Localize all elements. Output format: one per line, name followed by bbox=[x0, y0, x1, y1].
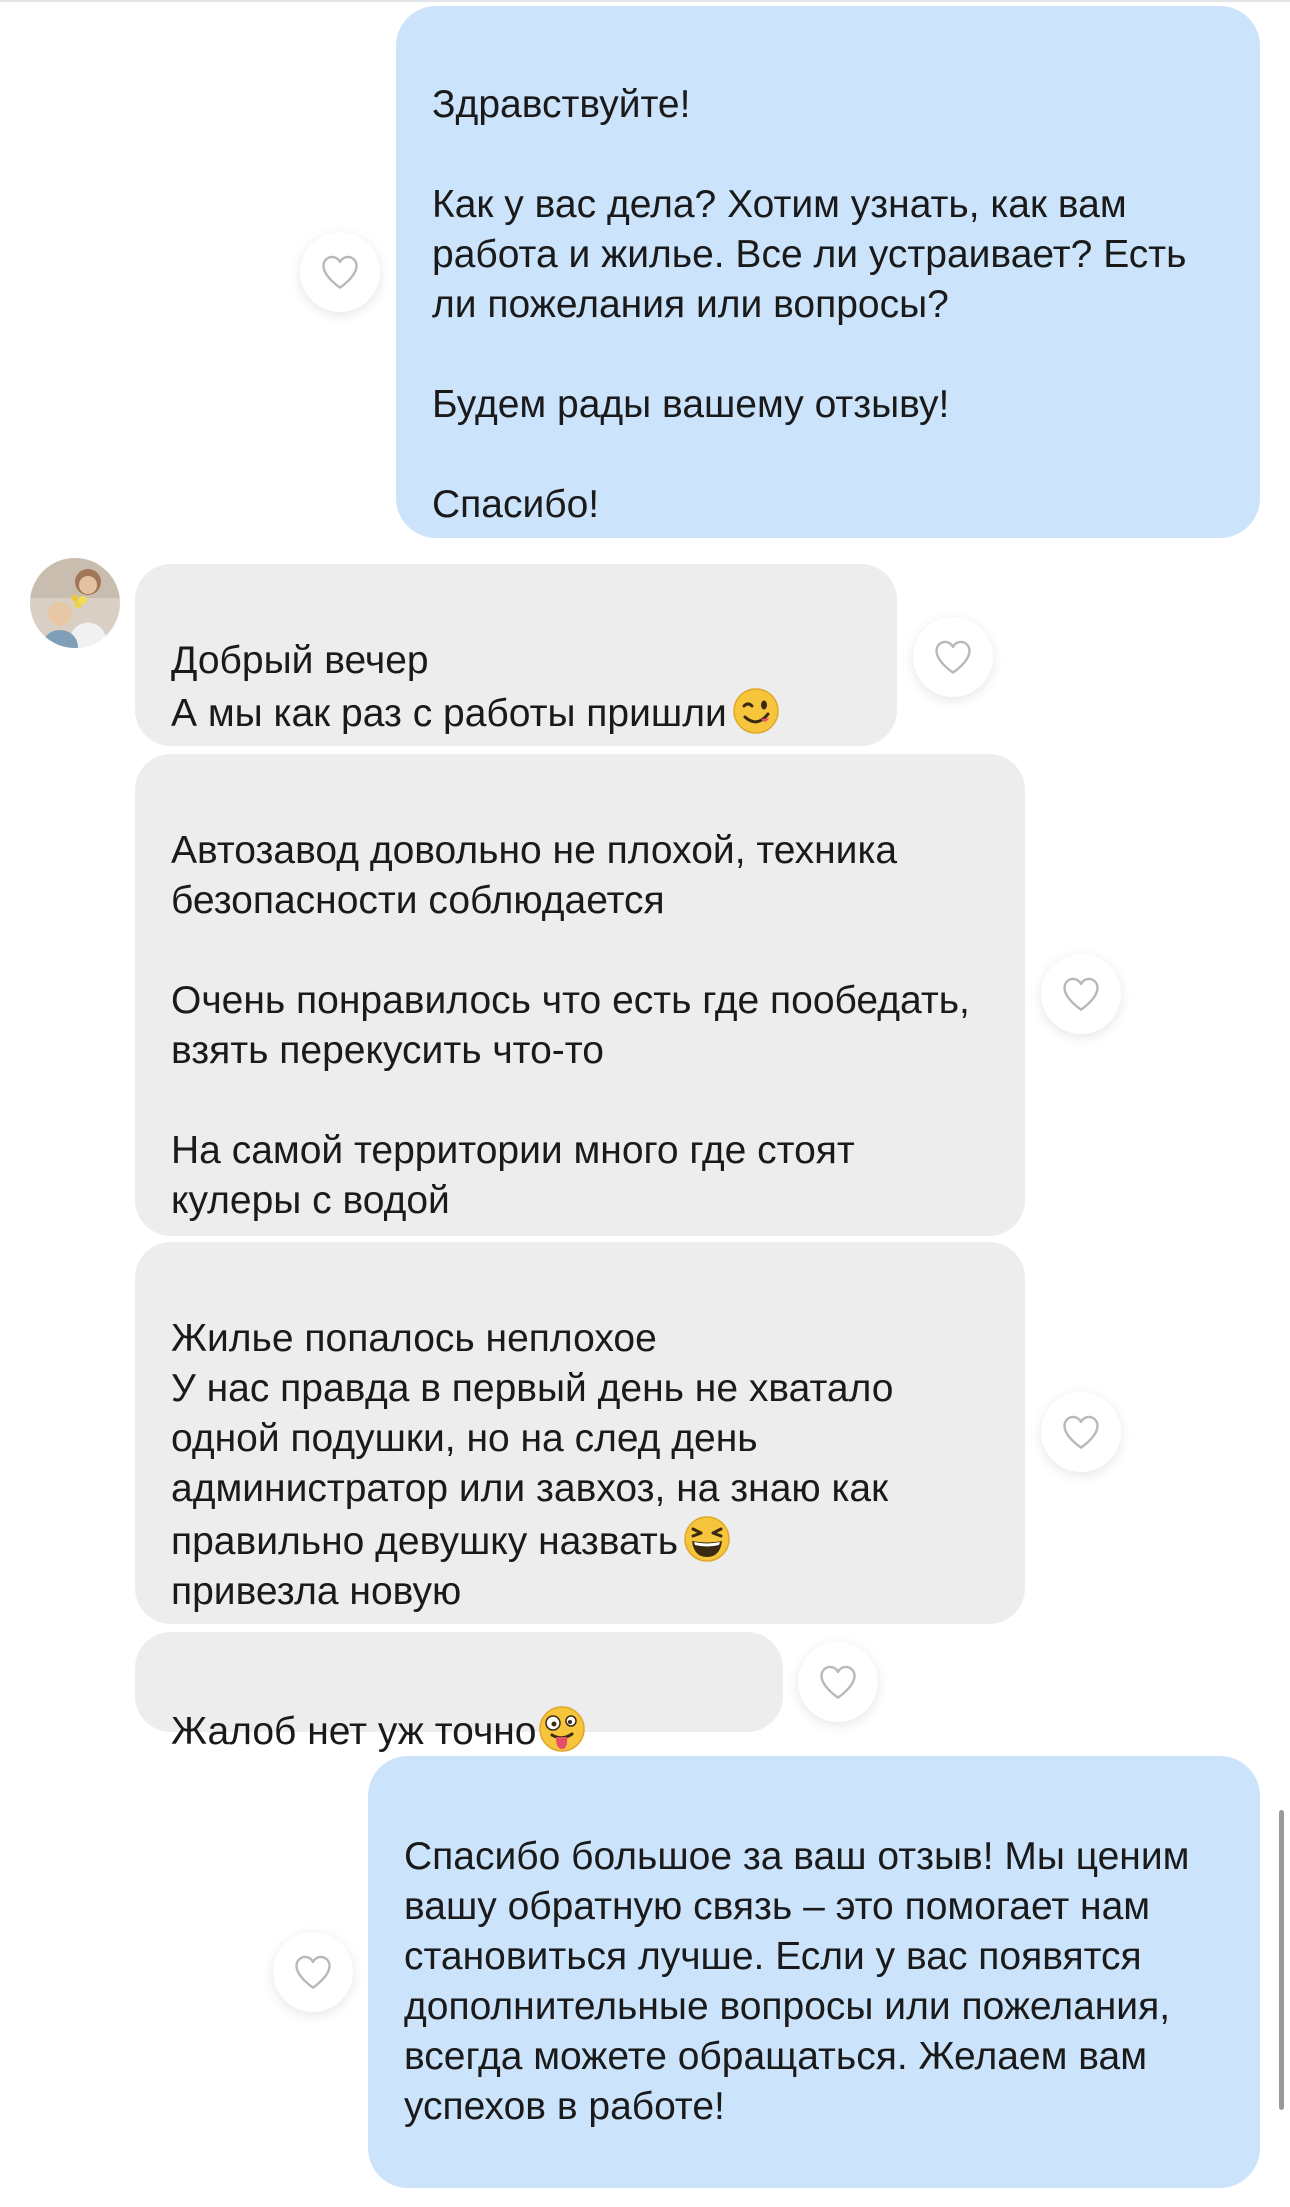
heart-outline-icon bbox=[295, 1955, 331, 1989]
top-divider bbox=[0, 0, 1290, 2]
zany-face-emoji bbox=[538, 1706, 585, 1752]
message-text: Автозавод довольно не плохой, техника бе… bbox=[171, 829, 970, 1222]
heart-outline-icon bbox=[935, 640, 971, 674]
message-bubble-outgoing[interactable]: Спасибо большое за ваш отзыв! Мы ценим в… bbox=[368, 1756, 1260, 2188]
message-bubble-incoming[interactable]: Автозавод довольно не плохой, техника бе… bbox=[135, 754, 1025, 1236]
message-bubble-outgoing[interactable]: Здравствуйте! Как у вас дела? Хотим узна… bbox=[396, 6, 1260, 538]
message-bubble-incoming[interactable]: Жалоб нет уж точно bbox=[135, 1632, 783, 1753]
heart-outline-icon bbox=[1063, 977, 1099, 1011]
grinning-squinting-face-emoji bbox=[684, 1516, 730, 1562]
winking-face-emoji bbox=[732, 688, 779, 734]
message-text: Жалоб нет уж точно bbox=[171, 1710, 537, 1753]
message-text-tail: привезла новую bbox=[171, 1570, 462, 1613]
message-bubble-incoming[interactable]: Жилье попалось неплохое У нас правда в п… bbox=[135, 1242, 1025, 1624]
message-text: Спасибо большое за ваш отзыв! Мы ценим в… bbox=[404, 1835, 1190, 2128]
like-button-m1[interactable] bbox=[300, 232, 380, 312]
contact-avatar[interactable] bbox=[30, 558, 120, 648]
heart-outline-icon bbox=[322, 255, 358, 289]
like-button-m5[interactable] bbox=[798, 1642, 878, 1722]
message-text: Жилье попалось неплохое У нас правда в п… bbox=[171, 1317, 894, 1563]
heart-outline-icon bbox=[1063, 1415, 1099, 1449]
message-text: Добрый вечер А мы как раз с работы пришл… bbox=[171, 639, 727, 735]
message-text: Здравствуйте! Как у вас дела? Хотим узна… bbox=[432, 83, 1187, 526]
like-button-m4[interactable] bbox=[1041, 1392, 1121, 1472]
like-button-m3[interactable] bbox=[1041, 954, 1121, 1034]
message-bubble-incoming[interactable]: Добрый вечер А мы как раз с работы пришл… bbox=[135, 564, 897, 746]
like-button-m2[interactable] bbox=[913, 617, 993, 697]
like-button-m6[interactable] bbox=[273, 1932, 353, 2012]
scrollbar[interactable] bbox=[1279, 1810, 1284, 2110]
heart-outline-icon bbox=[820, 1665, 856, 1699]
